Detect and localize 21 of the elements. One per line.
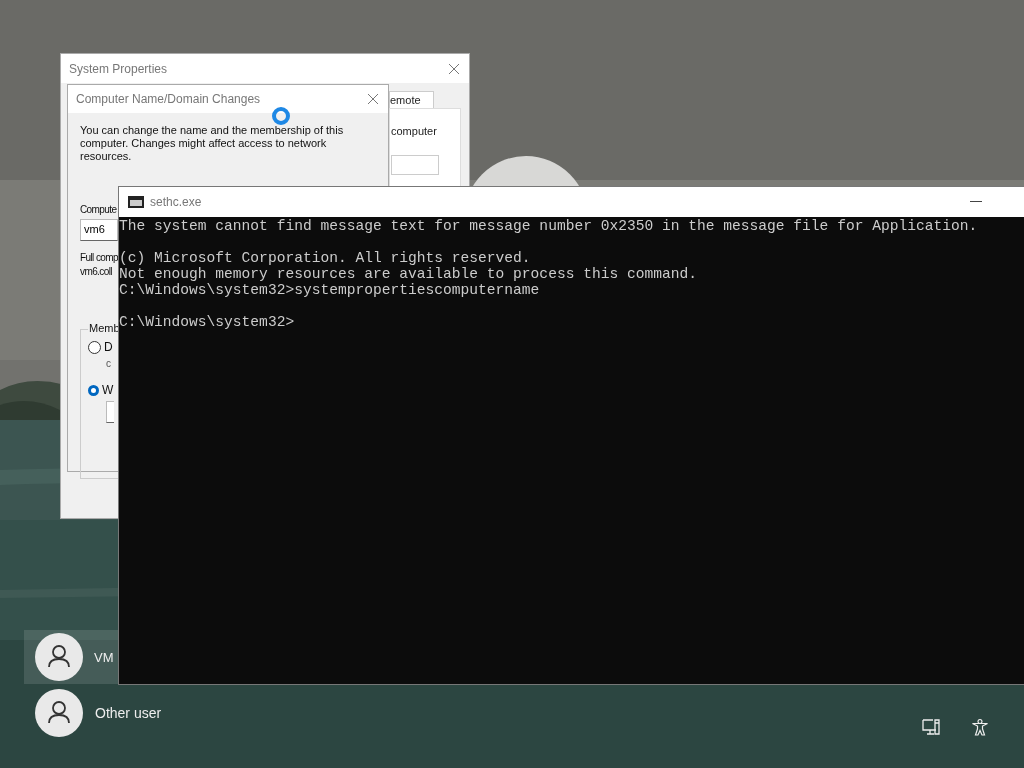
field-label: Compute (80, 203, 117, 217)
window-title: sethc.exe (150, 195, 203, 209)
console-line: The system cannot find message text for message number 0x2350 in the message file for Application. (119, 218, 978, 234)
tab[interactable]: emote (389, 91, 434, 108)
option-note: c (106, 358, 112, 369)
field-label: Full comp (80, 251, 118, 265)
dialog-title: Computer Name/Domain Changes (76, 92, 261, 106)
full-name-text: vm6.coll (80, 265, 112, 279)
console-line: C:\Windows\system32>systempropertiescomputername (119, 282, 540, 298)
console-line: Not enough memory resources are available to process this command. (119, 266, 697, 282)
window-title: System Properties (69, 61, 168, 76)
radio-label: W (102, 383, 114, 397)
intro-text: You can change the name and the membership of this computer. Changes might affect access to network resources. (80, 124, 345, 163)
panel-text: computer (391, 125, 438, 137)
group-label: Memb (88, 322, 121, 334)
console-line: C:\Windows\system32> (119, 314, 295, 330)
user-tile[interactable]: Other user (24, 686, 224, 740)
console-line: (c) Microsoft Corporation. All rights reserved. (119, 250, 531, 266)
input-field[interactable]: vm6 (80, 219, 118, 241)
user-tile[interactable]: VM (24, 630, 118, 684)
radio-label: D (104, 340, 113, 354)
